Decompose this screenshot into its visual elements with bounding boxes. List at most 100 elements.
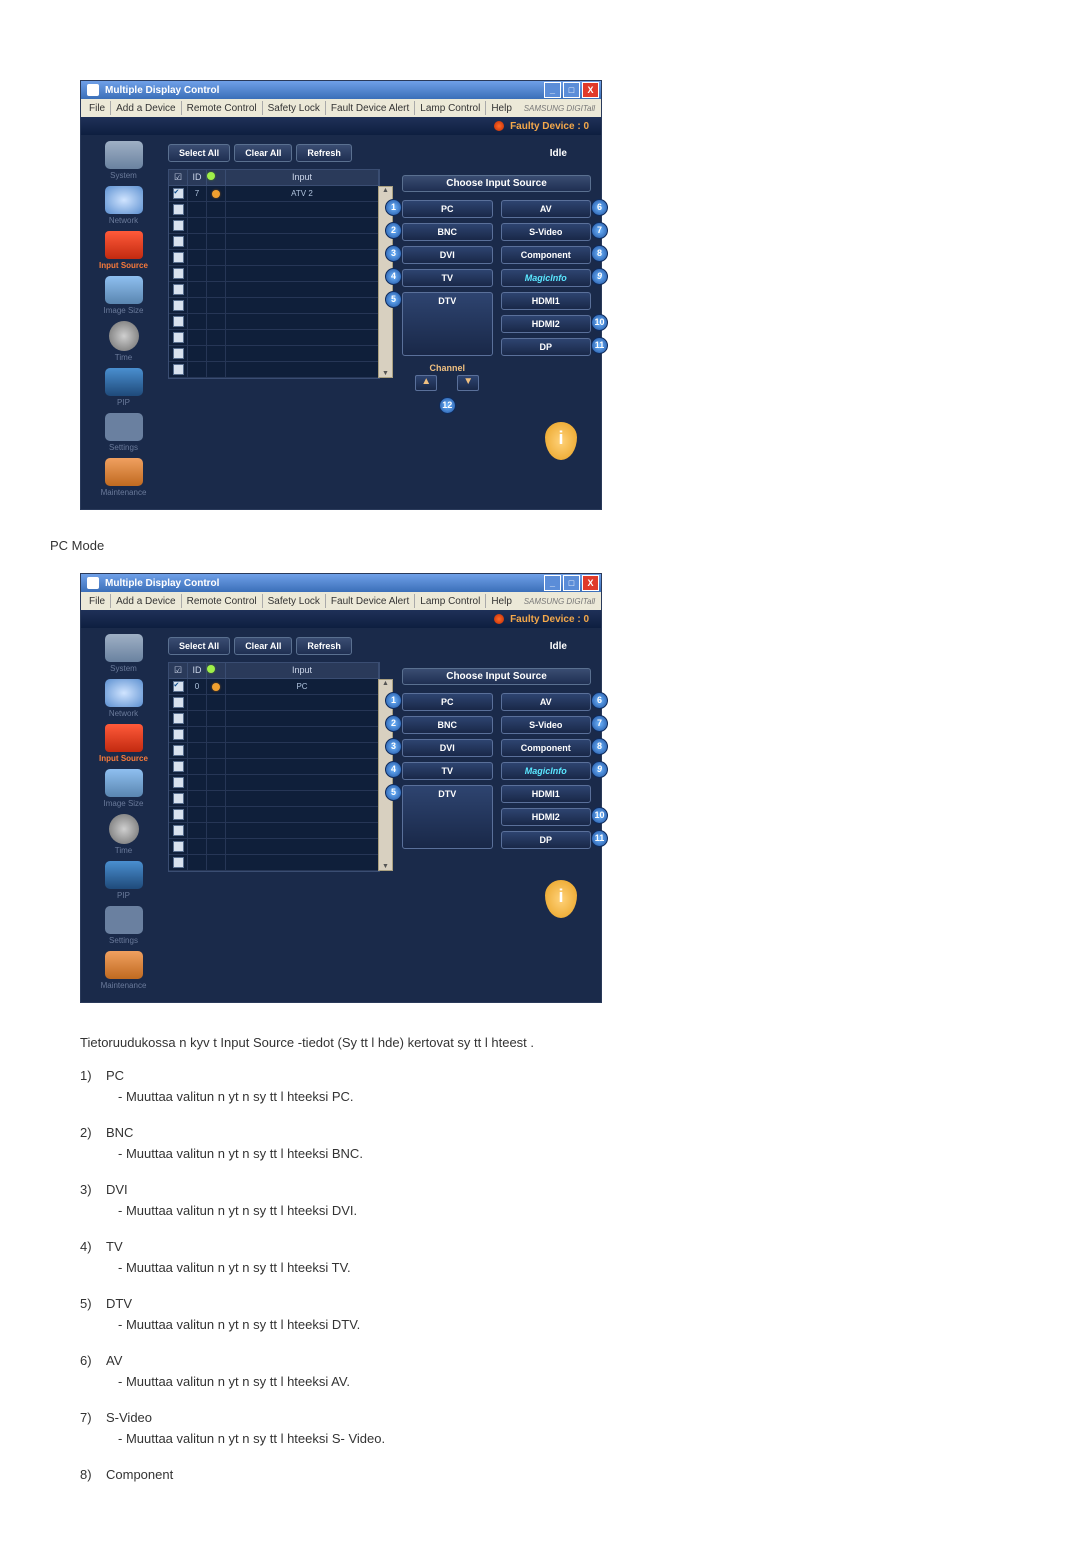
row-checkbox[interactable] (173, 204, 184, 215)
row-checkbox[interactable] (173, 697, 184, 708)
sidebar-item-input-source[interactable]: Input Source (81, 231, 166, 270)
sidebar-item-input-source[interactable]: Input Source (81, 724, 166, 763)
row-checkbox[interactable] (173, 284, 184, 295)
source-dvi[interactable]: 3 DVI (402, 246, 493, 264)
col-status[interactable] (207, 663, 226, 678)
row-checkbox[interactable] (173, 364, 184, 375)
menu-help[interactable]: Help (485, 101, 517, 115)
info-icon[interactable] (545, 880, 577, 918)
row-checkbox[interactable] (173, 681, 184, 692)
menu-add-device[interactable]: Add a Device (110, 594, 180, 608)
source-component[interactable]: Component 8 (501, 246, 592, 264)
source-magicinfo[interactable]: MagicInfo 9 (501, 269, 592, 287)
source-bnc[interactable]: 2 BNC (402, 223, 493, 241)
close-button[interactable]: X (582, 82, 599, 98)
menu-safety-lock[interactable]: Safety Lock (262, 594, 325, 608)
sidebar-item-time[interactable]: Time (81, 321, 166, 362)
channel-up[interactable]: ▲ (415, 375, 437, 391)
sidebar-item-settings[interactable]: Settings (81, 413, 166, 452)
source-svideo[interactable]: S-Video 7 (501, 223, 592, 241)
refresh-button[interactable]: Refresh (296, 144, 352, 162)
row-checkbox[interactable] (173, 761, 184, 772)
row-checkbox[interactable] (173, 857, 184, 868)
col-status[interactable] (207, 170, 226, 185)
row-checkbox[interactable] (173, 809, 184, 820)
source-hdmi2[interactable]: HDMI210 (501, 808, 592, 826)
row-checkbox[interactable] (173, 188, 184, 199)
row-checkbox[interactable] (173, 825, 184, 836)
row-checkbox[interactable] (173, 300, 184, 311)
source-magicinfo[interactable]: MagicInfo9 (501, 762, 592, 780)
menu-lamp[interactable]: Lamp Control (414, 594, 485, 608)
sidebar-item-network[interactable]: Network (81, 186, 166, 225)
menu-file[interactable]: File (81, 594, 110, 608)
sidebar-item-pip[interactable]: PIP (81, 368, 166, 407)
row-checkbox[interactable] (173, 745, 184, 756)
maximize-button[interactable]: □ (563, 575, 580, 591)
table-row[interactable]: 0 PC (169, 679, 379, 695)
source-dp[interactable]: DP 11 (501, 338, 592, 356)
col-input[interactable]: Input (226, 663, 379, 678)
source-dtv[interactable]: 5DTV (402, 785, 493, 849)
sidebar-item-settings[interactable]: Settings (81, 906, 166, 945)
sidebar-item-network[interactable]: Network (81, 679, 166, 718)
source-bnc[interactable]: 2BNC (402, 716, 493, 734)
sidebar-item-image-size[interactable]: Image Size (81, 276, 166, 315)
menu-remote-control[interactable]: Remote Control (181, 101, 262, 115)
sidebar-item-system[interactable]: System (81, 141, 166, 180)
row-checkbox[interactable] (173, 252, 184, 263)
source-hdmi2[interactable]: HDMI2 10 (501, 315, 592, 333)
row-checkbox[interactable] (173, 348, 184, 359)
select-all-button[interactable]: Select All (168, 637, 230, 655)
select-all-button[interactable]: Select All (168, 144, 230, 162)
col-input[interactable]: Input (226, 170, 379, 185)
row-checkbox[interactable] (173, 713, 184, 724)
row-checkbox[interactable] (173, 220, 184, 231)
row-checkbox[interactable] (173, 777, 184, 788)
row-checkbox[interactable] (173, 332, 184, 343)
table-row[interactable]: 7 ATV 2 (169, 186, 379, 202)
row-checkbox[interactable] (173, 316, 184, 327)
source-tv[interactable]: 4TV (402, 762, 493, 780)
col-check[interactable]: ☑ (169, 663, 188, 678)
minimize-button[interactable]: _ (544, 575, 561, 591)
source-av[interactable]: AV6 (501, 693, 592, 711)
channel-down[interactable]: ▼ (457, 375, 479, 391)
col-id[interactable]: ID (188, 170, 207, 185)
source-hdmi1[interactable]: HDMI1 (501, 785, 592, 803)
refresh-button[interactable]: Refresh (296, 637, 352, 655)
clear-all-button[interactable]: Clear All (234, 144, 292, 162)
minimize-button[interactable]: _ (544, 82, 561, 98)
col-check[interactable]: ☑ (169, 170, 188, 185)
clear-all-button[interactable]: Clear All (234, 637, 292, 655)
source-svideo[interactable]: S-Video7 (501, 716, 592, 734)
source-av[interactable]: AV 6 (501, 200, 592, 218)
source-pc[interactable]: 1PC (402, 693, 493, 711)
menu-safety-lock[interactable]: Safety Lock (262, 101, 325, 115)
sidebar-item-maintenance[interactable]: Maintenance (81, 951, 166, 990)
sidebar-item-image-size[interactable]: Image Size (81, 769, 166, 808)
source-pc[interactable]: 1 PC (402, 200, 493, 218)
row-checkbox[interactable] (173, 236, 184, 247)
maximize-button[interactable]: □ (563, 82, 580, 98)
sidebar-item-maintenance[interactable]: Maintenance (81, 458, 166, 497)
row-checkbox[interactable] (173, 729, 184, 740)
source-dp[interactable]: DP11 (501, 831, 592, 849)
source-dtv[interactable]: 5 DTV (402, 292, 493, 356)
row-checkbox[interactable] (173, 841, 184, 852)
menu-file[interactable]: File (81, 101, 110, 115)
menu-add-device[interactable]: Add a Device (110, 101, 180, 115)
menu-fault-alert[interactable]: Fault Device Alert (325, 594, 414, 608)
source-component[interactable]: Component8 (501, 739, 592, 757)
menu-fault-alert[interactable]: Fault Device Alert (325, 101, 414, 115)
row-checkbox[interactable] (173, 793, 184, 804)
info-icon[interactable] (545, 422, 577, 460)
source-tv[interactable]: 4 TV (402, 269, 493, 287)
sidebar-item-time[interactable]: Time (81, 814, 166, 855)
source-dvi[interactable]: 3DVI (402, 739, 493, 757)
menu-help[interactable]: Help (485, 594, 517, 608)
sidebar-item-system[interactable]: System (81, 634, 166, 673)
menu-lamp[interactable]: Lamp Control (414, 101, 485, 115)
row-checkbox[interactable] (173, 268, 184, 279)
close-button[interactable]: X (582, 575, 599, 591)
